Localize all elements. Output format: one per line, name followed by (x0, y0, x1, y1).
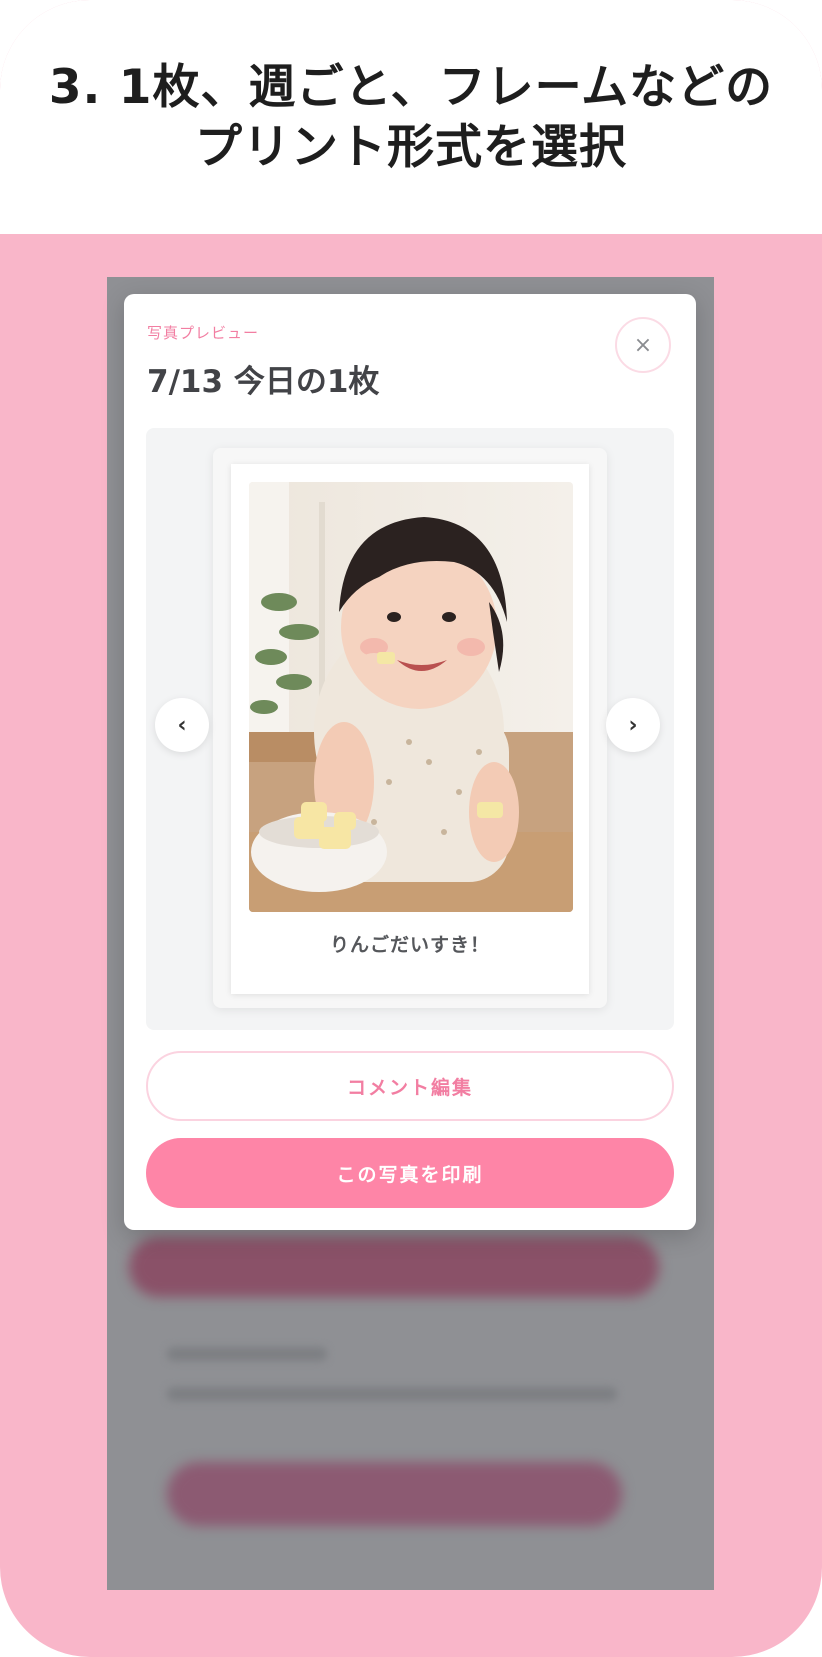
baby-photo-illustration (249, 482, 573, 912)
print-sheet: りんごだいすき！ (231, 464, 589, 994)
photo-preview-modal: 写真プレビュー 7/13 今日の1枚 × りんごだいすき！ ‹ › コメント編集… (124, 294, 696, 1230)
prev-photo-button[interactable]: ‹ (155, 698, 209, 752)
modal-eyebrow: 写真プレビュー (147, 324, 260, 342)
edit-comment-button[interactable]: コメント編集 (146, 1051, 674, 1121)
preview-stage: りんごだいすき！ ‹ › (146, 428, 674, 1030)
photo-caption: りんごだいすき！ (329, 934, 490, 956)
print-preview-card: りんごだいすき！ (213, 448, 607, 1008)
chevron-right-icon: › (628, 712, 638, 738)
close-button[interactable]: × (615, 317, 671, 373)
step-title-line1: 3. 1枚、週ごと、フレームなどの (48, 60, 774, 115)
blurred-background-text (167, 1347, 327, 1361)
baby-photo (249, 482, 573, 912)
step-title-line2: プリント形式を選択 (195, 120, 627, 175)
blurred-background-button (129, 1237, 659, 1297)
blurred-background-text (167, 1387, 617, 1401)
step-header: 3. 1枚、週ごと、フレームなどの プリント形式を選択 (0, 0, 822, 234)
promo-frame: 3. 1枚、週ごと、フレームなどの プリント形式を選択 写真プレビュー 7/13… (0, 0, 822, 1657)
chevron-left-icon: ‹ (177, 712, 187, 738)
next-photo-button[interactable]: › (606, 698, 660, 752)
close-icon: × (633, 332, 653, 358)
modal-title: 7/13 今日の1枚 (147, 364, 380, 400)
print-photo-button[interactable]: この写真を印刷 (146, 1138, 674, 1208)
blurred-background-button (167, 1462, 622, 1526)
